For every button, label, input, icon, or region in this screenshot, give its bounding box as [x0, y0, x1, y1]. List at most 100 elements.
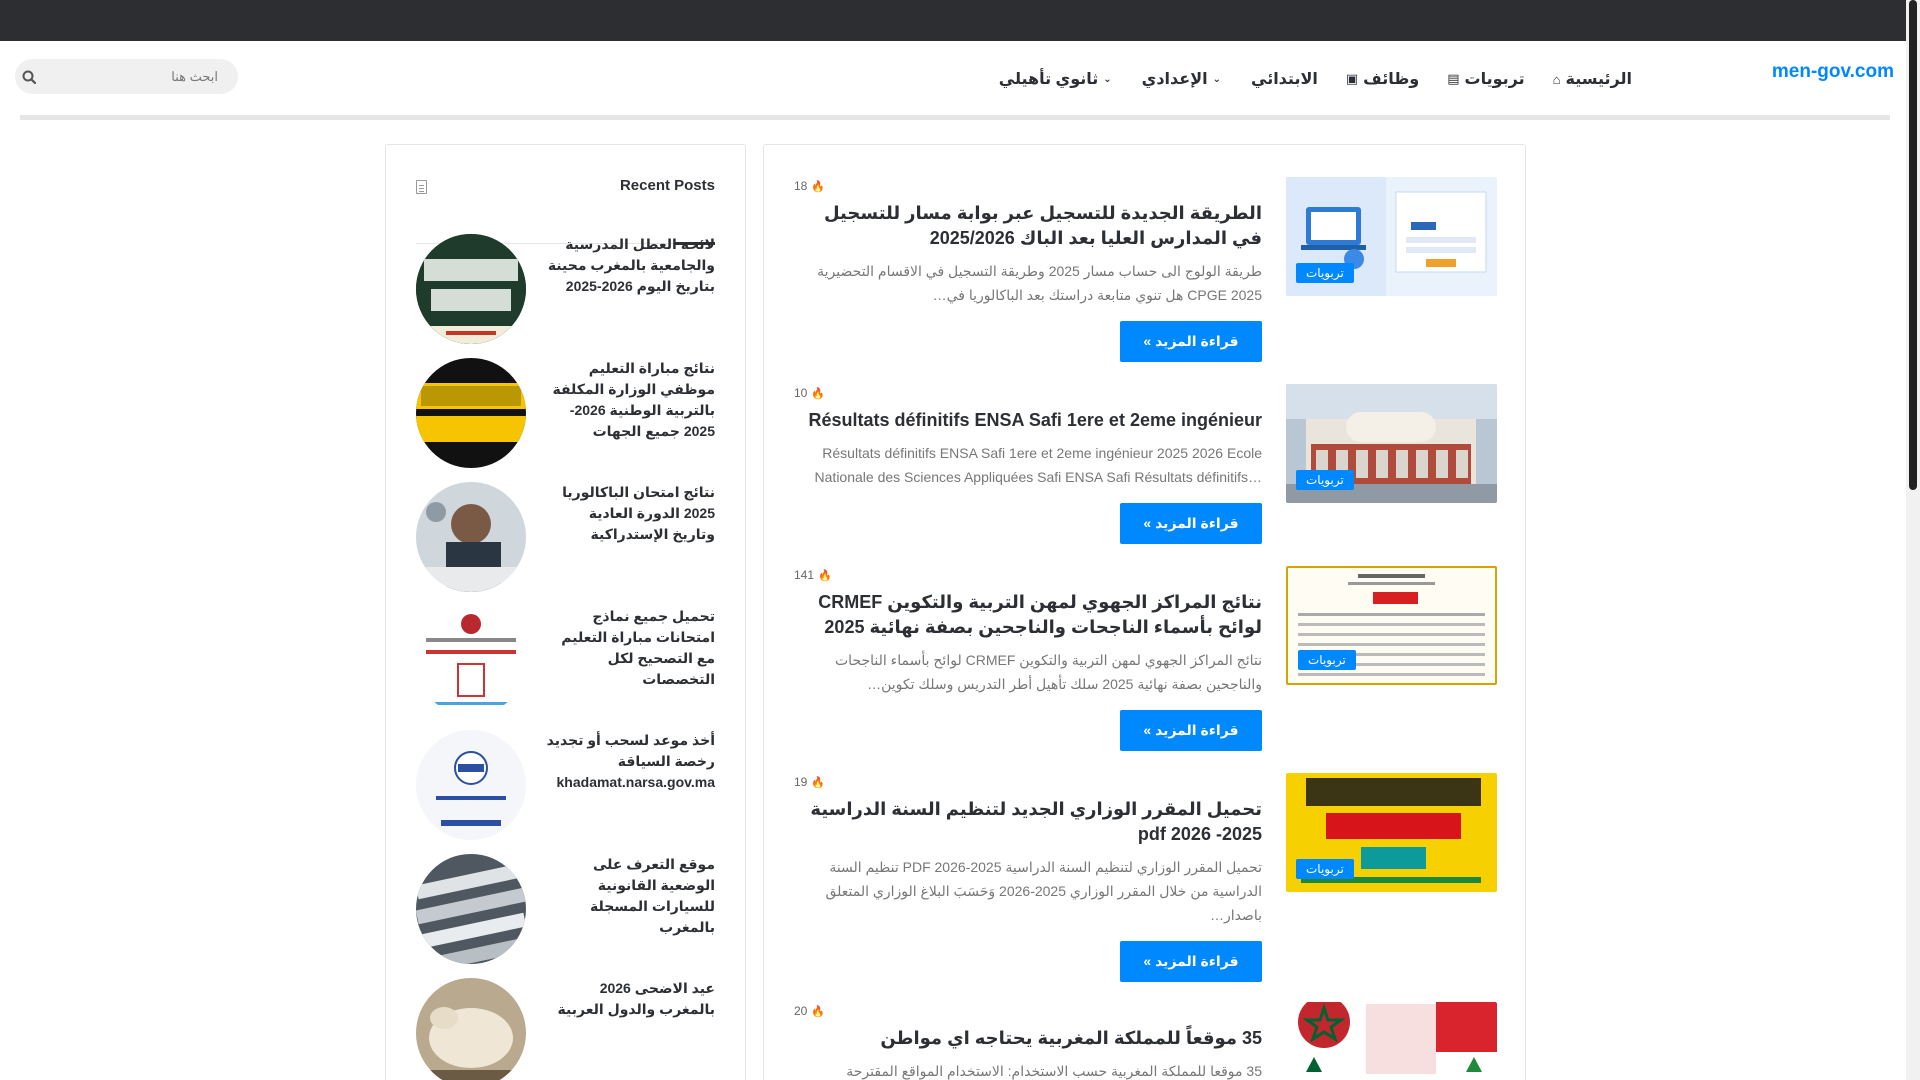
category-badge[interactable]: تربويات [1296, 470, 1354, 490]
read-more-button[interactable]: قراءة المزيد » [1120, 941, 1262, 982]
post-item: تربويات 🔥 18 الطريقة الجديدة للتسجيل عبر… [794, 177, 1497, 367]
main-nav: ⌂ الرئيسية ▤ تربويات ▣ وظائف الابتدائي ا… [971, 63, 1632, 95]
nav-item-tarbawiyat[interactable]: ▤ تربويات [1447, 69, 1524, 89]
post-item: تربويات 🔥 141 نتائج المراكز الجهوي لمهن … [794, 566, 1497, 756]
recent-post-item[interactable]: عيد الاضحى 2026 بالمغرب والدول العربية [416, 978, 715, 1080]
recent-post-item[interactable]: لائحة العطل المدرسية والجامعية بالمغرب م… [416, 234, 715, 344]
nav-item-label: ثانوي تأهيلي [998, 71, 1099, 88]
post-title[interactable]: تحميل المقرر الوزاري الجديد لتنظيم السنة… [794, 797, 1262, 847]
post-item: تربويات 🔥 10 Résultats définitifs ENSA S… [794, 384, 1497, 554]
post-excerpt: 35 موقعا للمملكة المغربية حسب الاستخدام:… [846, 1063, 1262, 1079]
search-input[interactable] [42, 59, 238, 94]
nav-item-home[interactable]: ⌂ الرئيسية [1553, 69, 1632, 89]
search-box [15, 59, 238, 94]
recent-post-thumbnail[interactable] [416, 358, 526, 468]
document-icon [416, 180, 427, 194]
post-excerpt: نتائج المراكز الجهوي لمهن التربية والتكو… [835, 652, 1262, 692]
post-views: 🔥 20 [794, 1002, 1262, 1020]
post-excerpt: Résultats définitifs ENSA Safi 1ere et 2… [814, 445, 1262, 485]
recent-post-title[interactable]: لائحة العطل المدرسية والجامعية بالمغرب م… [545, 234, 715, 297]
views-count: 10 [794, 386, 808, 400]
post-item: تربويات 🔥 19 تحميل المقرر الوزاري الجديد… [794, 773, 1497, 993]
post-title[interactable]: نتائج المراكز الجهوي لمهن التربية والتكو… [794, 590, 1262, 640]
widget-header: Recent Posts [416, 177, 715, 217]
post-excerpt: تحميل المقرر الوزاري لتنظيم السنة الدراس… [825, 859, 1262, 923]
read-more-button[interactable]: قراءة المزيد » [1120, 321, 1262, 362]
post-views: 🔥 141 [794, 566, 1262, 584]
nav-item-label: الإعدادي [1141, 71, 1208, 88]
read-more-button[interactable]: قراءة المزيد » [1120, 710, 1262, 751]
read-more-button[interactable]: قراءة المزيد » [1120, 503, 1262, 544]
category-badge[interactable]: تربويات [1296, 263, 1354, 283]
recent-post-thumbnail[interactable] [416, 730, 526, 840]
posts-list: تربويات 🔥 18 الطريقة الجديدة للتسجيل عبر… [763, 144, 1526, 1080]
recent-post-item[interactable]: نتائج مباراة التعليم موظفي الوزارة المكل… [416, 358, 715, 468]
nav-item-high-school[interactable]: ثانوي تأهيلي ⌄ [999, 69, 1114, 89]
recent-post-thumbnail[interactable] [416, 854, 526, 964]
post-thumbnail[interactable]: تربويات [1286, 177, 1497, 296]
recent-post-title[interactable]: عيد الاضحى 2026 بالمغرب والدول العربية [545, 978, 715, 1020]
widget-title: Recent Posts [619, 177, 715, 194]
nav-item-primary[interactable]: الابتدائي [1251, 69, 1318, 89]
post-views: 🔥 19 [794, 773, 1262, 791]
nav-item-label: تربويات [1464, 71, 1525, 88]
site-logo[interactable]: men-gov.com [1772, 61, 1894, 83]
post-excerpt: طريقة الولوج الى حساب مسار 2025 وطريقة ا… [817, 263, 1262, 303]
fire-icon: 🔥 [811, 776, 826, 789]
recent-post-thumbnail[interactable] [416, 482, 526, 592]
nav-item-label: الرئيسية [1565, 71, 1633, 88]
post-item: 🔥 20 35 موقعاً للمملكة المغربية يحتاجه ا… [794, 1002, 1497, 1080]
chevron-down-icon: ⌄ [1212, 73, 1221, 85]
category-badge[interactable]: تربويات [1296, 859, 1354, 879]
recent-post-title[interactable]: أخذ موعد لسحب أو تجديد رخصة السياقة khad… [545, 730, 715, 793]
recent-post-title[interactable]: نتائج مباراة التعليم موظفي الوزارة المكل… [545, 358, 715, 442]
nav-item-middle-school[interactable]: الإعدادي ⌄ [1142, 69, 1223, 89]
post-thumbnail[interactable]: تربويات [1286, 773, 1497, 892]
top-bar [0, 0, 1920, 41]
recent-post-item[interactable]: أخذ موعد لسحب أو تجديد رخصة السياقة khad… [416, 730, 715, 840]
site-header: men-gov.com ⌂ الرئيسية ▤ تربويات ▣ وظائف… [0, 41, 1920, 116]
post-body: 🔥 141 نتائج المراكز الجهوي لمهن التربية … [794, 566, 1262, 751]
nav-item-label: وظائف [1363, 71, 1420, 88]
post-thumbnail[interactable]: تربويات [1286, 384, 1497, 503]
recent-post-title[interactable]: تحميل جميع نماذج امتحانات مباراة التعليم… [545, 606, 715, 690]
post-body: 🔥 10 Résultats définitifs ENSA Safi 1ere… [794, 384, 1262, 544]
recent-post-thumbnail[interactable] [416, 606, 526, 716]
nav-item-jobs[interactable]: ▣ وظائف [1346, 69, 1419, 89]
recent-post-title[interactable]: موقع التعرف على الوضعية القانونية للسيار… [545, 854, 715, 938]
post-thumbnail[interactable] [1286, 1002, 1497, 1080]
views-count: 20 [794, 1004, 808, 1018]
recent-post-item[interactable]: تحميل جميع نماذج امتحانات مباراة التعليم… [416, 606, 715, 716]
nav-item-label: الابتدائي [1251, 71, 1318, 88]
fire-icon: 🔥 [818, 569, 832, 582]
recent-post-thumbnail[interactable] [416, 978, 526, 1080]
recent-post-item[interactable]: موقع التعرف على الوضعية القانونية للسيار… [416, 854, 715, 964]
post-views: 🔥 10 [794, 384, 1262, 402]
views-count: 19 [794, 775, 808, 789]
category-badge[interactable]: تربويات [1298, 650, 1356, 670]
views-count: 141 [794, 568, 815, 582]
post-title[interactable]: الطريقة الجديدة للتسجيل عبر بوابة مسار ل… [794, 201, 1262, 251]
fire-icon: 🔥 [811, 1005, 826, 1018]
recent-post-title[interactable]: نتائج امتحان الباكالوريا 2025 الدورة الع… [545, 482, 715, 545]
post-body: 🔥 18 الطريقة الجديدة للتسجيل عبر بوابة م… [794, 177, 1262, 362]
post-title[interactable]: 35 موقعاً للمملكة المغربية يحتاجه اي موا… [794, 1026, 1262, 1051]
sidebar-recent-posts: Recent Posts لائحة العطل المدرسية والجام… [385, 144, 746, 1080]
post-title[interactable]: Résultats définitifs ENSA Safi 1ere et 2… [794, 408, 1262, 433]
post-views: 🔥 18 [794, 177, 1262, 195]
header-divider [20, 115, 1890, 120]
chevron-down-icon: ⌄ [1103, 73, 1112, 85]
id-card-icon: ▣ [1345, 71, 1359, 86]
post-body: 🔥 20 35 موقعاً للمملكة المغربية يحتاجه ا… [794, 1002, 1262, 1080]
book-icon: ▤ [1447, 71, 1460, 86]
page-scrollbar[interactable] [1906, 0, 1920, 1080]
recent-post-item[interactable]: نتائج امتحان الباكالوريا 2025 الدورة الع… [416, 482, 715, 592]
post-thumbnail[interactable]: تربويات [1286, 566, 1497, 685]
views-count: 18 [794, 179, 808, 193]
home-icon: ⌂ [1552, 71, 1561, 87]
scrollbar-thumb[interactable] [1909, 0, 1917, 490]
search-icon[interactable] [15, 59, 42, 94]
recent-post-thumbnail[interactable] [416, 234, 526, 344]
post-body: 🔥 19 تحميل المقرر الوزاري الجديد لتنظيم … [794, 773, 1262, 982]
fire-icon: 🔥 [811, 387, 826, 400]
